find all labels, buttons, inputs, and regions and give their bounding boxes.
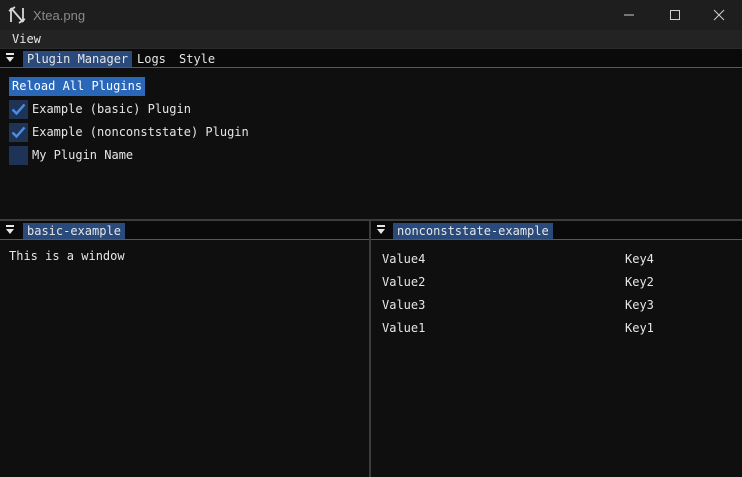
row-value: Value1	[382, 321, 426, 335]
close-icon	[713, 9, 725, 21]
plugin-label: Example (nonconststate) Plugin	[32, 125, 249, 139]
checkmark-icon	[11, 126, 26, 139]
window-title: Xtea.png	[33, 8, 86, 23]
table-row: Value4 Key4	[382, 252, 742, 268]
row-key: Key2	[625, 275, 654, 289]
tab-nonconststate-example[interactable]: nonconststate-example	[393, 223, 553, 239]
plugin-checkbox[interactable]	[9, 123, 28, 142]
tab-logs[interactable]: Logs	[133, 51, 170, 67]
minimize-icon	[624, 14, 634, 16]
tab-bar: Plugin Manager Logs Style	[0, 49, 742, 68]
checkmark-icon	[11, 103, 26, 116]
tab-plugin-manager[interactable]: Plugin Manager	[23, 51, 133, 67]
plugin-checkbox[interactable]	[9, 146, 28, 165]
close-button[interactable]	[696, 0, 742, 30]
maximize-button[interactable]	[652, 0, 698, 30]
tab-bar: basic-example	[0, 221, 369, 240]
plugin-manager-panel: Plugin Manager Logs Style Reload All Plu…	[0, 48, 742, 221]
basic-example-panel: basic-example This is a window	[0, 221, 369, 477]
tab-list-dropdown-icon[interactable]	[4, 52, 16, 64]
nonconststate-example-panel: nonconststate-example Value4 Key4 Value2…	[371, 221, 742, 477]
tab-list-dropdown-icon[interactable]	[375, 224, 387, 236]
tab-bar: nonconststate-example	[371, 221, 742, 240]
table-row: Value1 Key1	[382, 321, 742, 337]
tab-list-dropdown-icon[interactable]	[4, 224, 16, 236]
row-key: Key4	[625, 252, 654, 266]
row-value: Value2	[382, 275, 426, 289]
menu-view[interactable]: View	[12, 32, 41, 46]
maximize-icon	[670, 10, 680, 20]
plugin-label: Example (basic) Plugin	[32, 102, 191, 116]
window-text: This is a window	[9, 249, 125, 263]
table-row: Value3 Key3	[382, 298, 742, 314]
row-key: Key1	[625, 321, 654, 335]
row-value: Value3	[382, 298, 426, 312]
app-root: Xtea.png View Plugin Manager Logs Style …	[0, 0, 742, 477]
row-value: Value4	[382, 252, 426, 266]
tab-style[interactable]: Style	[175, 51, 219, 67]
menu-bar: View	[0, 30, 742, 48]
plugin-label: My Plugin Name	[32, 148, 134, 162]
xtea-app-icon	[8, 6, 26, 24]
table-row: Value2 Key2	[382, 275, 742, 291]
plugin-checkbox[interactable]	[9, 100, 28, 119]
tab-basic-example[interactable]: basic-example	[23, 223, 125, 239]
minimize-button[interactable]	[606, 0, 652, 30]
title-bar: Xtea.png	[0, 0, 742, 30]
reload-all-plugins-button[interactable]: Reload All Plugins	[9, 77, 146, 96]
row-key: Key3	[625, 298, 654, 312]
